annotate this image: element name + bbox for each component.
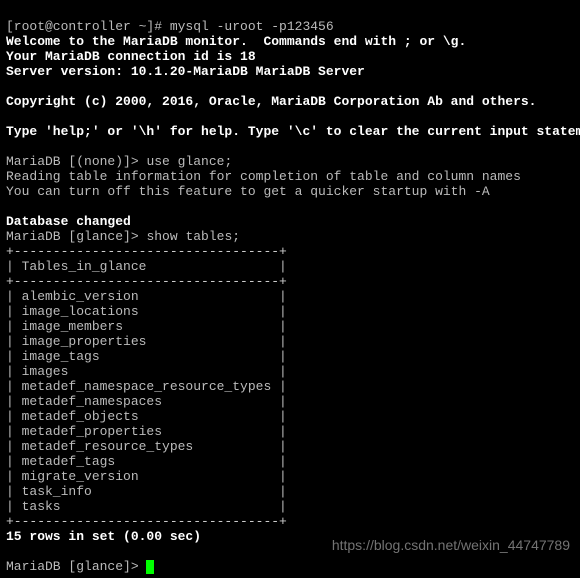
table-row: | metadef_namespace_resource_types | [6, 379, 287, 394]
reading-info-1: Reading table information for completion… [6, 169, 521, 184]
mariadb-prompt-glance: MariaDB [glance]> [6, 229, 146, 244]
result-summary: 15 rows in set (0.00 sec) [6, 529, 201, 544]
table-header: | Tables_in_glance | [6, 259, 287, 274]
mysql-command: mysql -uroot -p123456 [170, 19, 334, 34]
help-line: Type 'help;' or '\h' for help. Type '\c'… [6, 124, 580, 139]
terminal-output[interactable]: [root@controller ~]# mysql -uroot -p1234… [0, 0, 580, 578]
welcome-line-3: Server version: 10.1.20-MariaDB MariaDB … [6, 64, 365, 79]
table-row: | migrate_version | [6, 469, 287, 484]
table-row: | images | [6, 364, 287, 379]
mariadb-prompt-glance-2: MariaDB [glance]> [6, 559, 146, 574]
table-row: | metadef_objects | [6, 409, 287, 424]
table-row: | metadef_tags | [6, 454, 287, 469]
show-tables-command: show tables; [146, 229, 240, 244]
watermark-text: https://blog.csdn.net/weixin_44747789 [332, 538, 570, 553]
table-row: | tasks | [6, 499, 287, 514]
table-top-border: +----------------------------------+ [6, 244, 287, 259]
reading-info-2: You can turn off this feature to get a q… [6, 184, 490, 199]
table-bottom-border: +----------------------------------+ [6, 514, 287, 529]
shell-prompt: [root@controller ~]# [6, 19, 170, 34]
table-row: | task_info | [6, 484, 287, 499]
mariadb-prompt-none: MariaDB [(none)]> [6, 154, 146, 169]
cursor-icon [146, 560, 154, 574]
welcome-line-2: Your MariaDB connection id is 18 [6, 49, 256, 64]
table-row: | image_properties | [6, 334, 287, 349]
table-row: | metadef_properties | [6, 424, 287, 439]
copyright-line: Copyright (c) 2000, 2016, Oracle, MariaD… [6, 94, 537, 109]
table-row: | metadef_namespaces | [6, 394, 287, 409]
database-changed: Database changed [6, 214, 131, 229]
table-mid-border: +----------------------------------+ [6, 274, 287, 289]
table-row: | metadef_resource_types | [6, 439, 287, 454]
table-row: | image_members | [6, 319, 287, 334]
table-row: | alembic_version | [6, 289, 287, 304]
welcome-line-1: Welcome to the MariaDB monitor. Commands… [6, 34, 466, 49]
use-glance-command: use glance; [146, 154, 232, 169]
table-row: | image_locations | [6, 304, 287, 319]
table-row: | image_tags | [6, 349, 287, 364]
